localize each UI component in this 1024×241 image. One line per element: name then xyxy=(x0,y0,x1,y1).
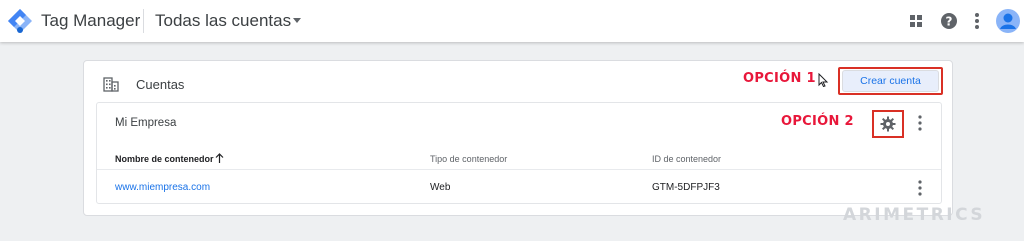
table-divider xyxy=(97,169,941,170)
create-account-label: Crear cuenta xyxy=(842,70,939,92)
container-name-link[interactable]: www.miempresa.com xyxy=(115,182,210,193)
account-selector[interactable]: Todas las cuentas xyxy=(155,11,291,31)
header-divider xyxy=(143,9,144,33)
sort-arrow-up-icon[interactable] xyxy=(215,153,224,164)
more-vert-icon[interactable] xyxy=(966,10,988,32)
column-header-id[interactable]: ID de contenedor xyxy=(652,154,721,164)
tag-manager-logo-icon[interactable] xyxy=(7,8,33,34)
help-icon[interactable]: ? xyxy=(938,10,960,32)
card-title: Cuentas xyxy=(136,77,185,92)
account-panel: Mi Empresa OPCIÓN 2 Nombre de contenedor xyxy=(96,102,942,204)
top-app-bar: Tag Manager Todas las cuentas ? xyxy=(0,0,1024,42)
annotation-option-2: OPCIÓN 2 xyxy=(781,114,854,129)
account-more-icon[interactable] xyxy=(913,114,927,132)
avatar[interactable] xyxy=(995,8,1021,34)
account-name[interactable]: Mi Empresa xyxy=(115,117,176,129)
watermark-logo: ARIMETRICS xyxy=(843,205,986,225)
gear-icon xyxy=(880,116,896,132)
account-settings-button[interactable] xyxy=(872,110,904,138)
container-id: GTM-5DFPJF3 xyxy=(652,182,720,193)
svg-text:?: ? xyxy=(946,15,953,29)
column-header-type[interactable]: Tipo de contenedor xyxy=(430,154,507,164)
container-more-icon[interactable] xyxy=(913,179,927,197)
accounts-card: Cuentas OPCIÓN 1 Crear cuenta Mi Empresa… xyxy=(83,60,953,216)
app-title: Tag Manager xyxy=(41,11,141,30)
create-account-button[interactable]: Crear cuenta xyxy=(838,67,943,95)
container-type: Web xyxy=(430,182,451,193)
column-header-name[interactable]: Nombre de contenedor xyxy=(115,154,214,164)
building-icon xyxy=(103,77,119,92)
annotation-option-1: OPCIÓN 1 xyxy=(743,71,816,86)
chevron-down-icon[interactable] xyxy=(293,18,301,23)
cursor-icon xyxy=(818,73,829,87)
apps-grid-icon[interactable] xyxy=(905,10,927,32)
